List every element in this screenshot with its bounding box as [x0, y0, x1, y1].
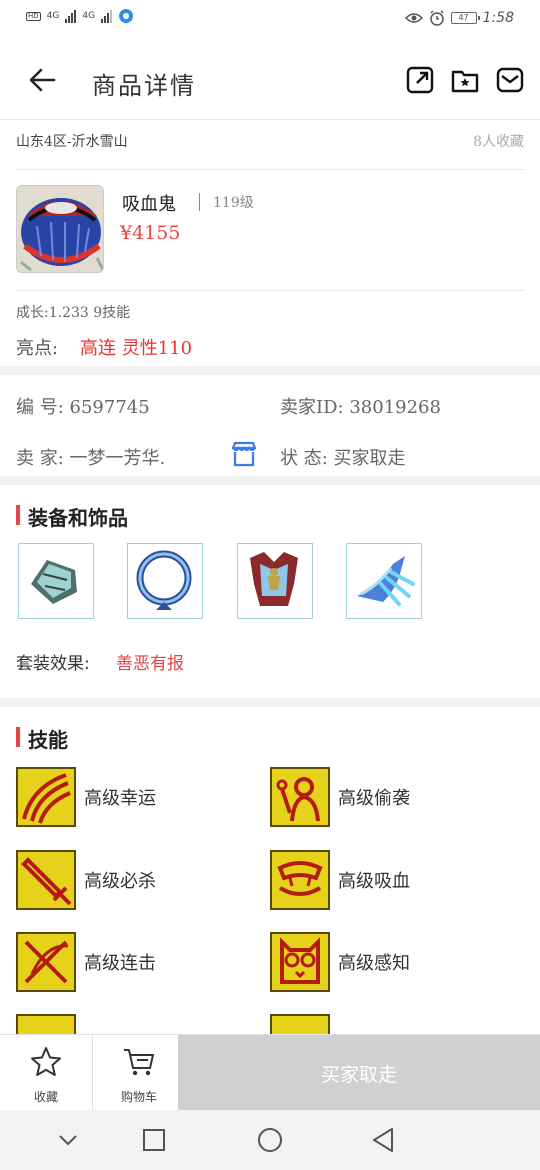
claw-icon[interactable] [346, 543, 422, 619]
skill-label: 高级吸血 [338, 871, 410, 892]
share-icon[interactable] [406, 66, 434, 94]
divider [16, 169, 524, 170]
cart-label: 购物车 [120, 1090, 157, 1104]
signal-icon-2 [101, 9, 113, 23]
section-gap [0, 476, 540, 485]
hd-indicator: HD [26, 11, 41, 21]
growth-skills: 成长:1.233 9技能 [16, 305, 131, 321]
battery-icon: 47 [450, 12, 480, 24]
message-icon[interactable] [496, 66, 524, 94]
seller-id-row: 卖家ID: 38019268 [280, 393, 441, 419]
skill-label: 高级幸运 [84, 788, 156, 809]
cart-button[interactable]: 购物车 [93, 1035, 185, 1111]
favorite-label: 收藏 [33, 1090, 58, 1104]
status-value: 买家取走 [333, 448, 406, 469]
price: ¥4155 [120, 222, 181, 244]
buy-button[interactable]: 买家取走 [178, 1035, 540, 1111]
alarm-icon [429, 10, 444, 26]
seller-row: 卖 家: 一梦一芳华. [16, 444, 165, 470]
suit-effect-label: 套装效果: [16, 654, 90, 674]
status-label: 状 态: [280, 448, 328, 469]
fang-icon [270, 850, 330, 910]
app-header: 商品详情 [0, 38, 540, 120]
cart-icon [124, 1049, 154, 1076]
highlight-value: 高连 灵性110 [80, 338, 193, 359]
combo-icon [16, 932, 76, 992]
id-label: 编 号: [16, 397, 64, 418]
sword-icon [16, 850, 76, 910]
signal-icon [65, 9, 77, 23]
seller-value: 一梦一芳华. [69, 448, 166, 469]
favorite-button[interactable]: 收藏 [0, 1035, 92, 1111]
skill-label: 高级偷袭 [338, 788, 410, 809]
status-row: 状 态: 买家取走 [280, 444, 406, 470]
skill-combo[interactable]: 高级连击 [16, 932, 156, 992]
star-icon [31, 1047, 61, 1076]
shop-icon[interactable] [230, 440, 258, 468]
seller-id-label: 卖家ID: [280, 397, 344, 418]
pet-image [17, 186, 103, 272]
divider [16, 290, 524, 291]
section-gap [0, 366, 540, 375]
recents-icon[interactable] [140, 1126, 168, 1154]
seller-id-value: 38019268 [349, 397, 441, 418]
chevron-down-icon[interactable] [54, 1126, 82, 1154]
highlight-label: 亮点: [16, 338, 59, 359]
id-row: 编 号: 6597745 [16, 393, 150, 419]
network-2: 4G [82, 11, 96, 21]
skills-section-title: 技能 [16, 724, 68, 753]
favorite-folder-icon[interactable] [451, 66, 479, 94]
suit-effect-value: 善恶有报 [116, 654, 184, 674]
pet-level: 119级 [213, 195, 254, 211]
skill-label: 高级必杀 [84, 871, 156, 892]
status-bar: HD 4G 4G 47 1:58 [0, 0, 540, 38]
skill-perception[interactable]: 高级感知 [270, 932, 410, 992]
skill-luck[interactable]: 高级幸运 [16, 767, 156, 827]
skill-critical[interactable]: 高级必杀 [16, 850, 156, 910]
skill-label: 高级感知 [338, 953, 410, 974]
page-title: 商品详情 [92, 72, 196, 100]
section-gap [0, 698, 540, 707]
id-value: 6597745 [69, 397, 150, 418]
equipment-section-title: 装备和饰品 [16, 502, 128, 531]
skill-label: 高级连击 [84, 953, 156, 974]
pet-thumbnail[interactable] [16, 185, 104, 273]
separator [199, 193, 200, 211]
pet-name: 吸血鬼 [122, 194, 176, 215]
skill-drain[interactable]: 高级吸血 [270, 850, 410, 910]
luck-icon [16, 767, 76, 827]
bracer-icon[interactable] [18, 543, 94, 619]
favorite-count: 8人收藏 [473, 134, 524, 150]
seller-label: 卖 家: [16, 448, 64, 469]
skill-sneak[interactable]: 高级偷袭 [270, 767, 410, 827]
clock: 1:58 [482, 10, 514, 26]
eye-icon [404, 13, 423, 23]
owl-icon [270, 932, 330, 992]
network-1: 4G [46, 11, 60, 21]
back-arrow-icon[interactable] [24, 62, 60, 98]
app-notification-icon [119, 9, 134, 23]
home-icon[interactable] [256, 1126, 284, 1154]
armor-icon[interactable] [237, 543, 313, 619]
system-nav-bar [0, 1110, 540, 1170]
sneak-icon [270, 767, 330, 827]
server-name: 山东4区-沂水雪山 [16, 134, 128, 150]
bottom-action-bar: 收藏 购物车 买家取走 [0, 1034, 540, 1111]
back-icon[interactable] [370, 1126, 398, 1154]
ring-icon[interactable] [127, 543, 203, 619]
